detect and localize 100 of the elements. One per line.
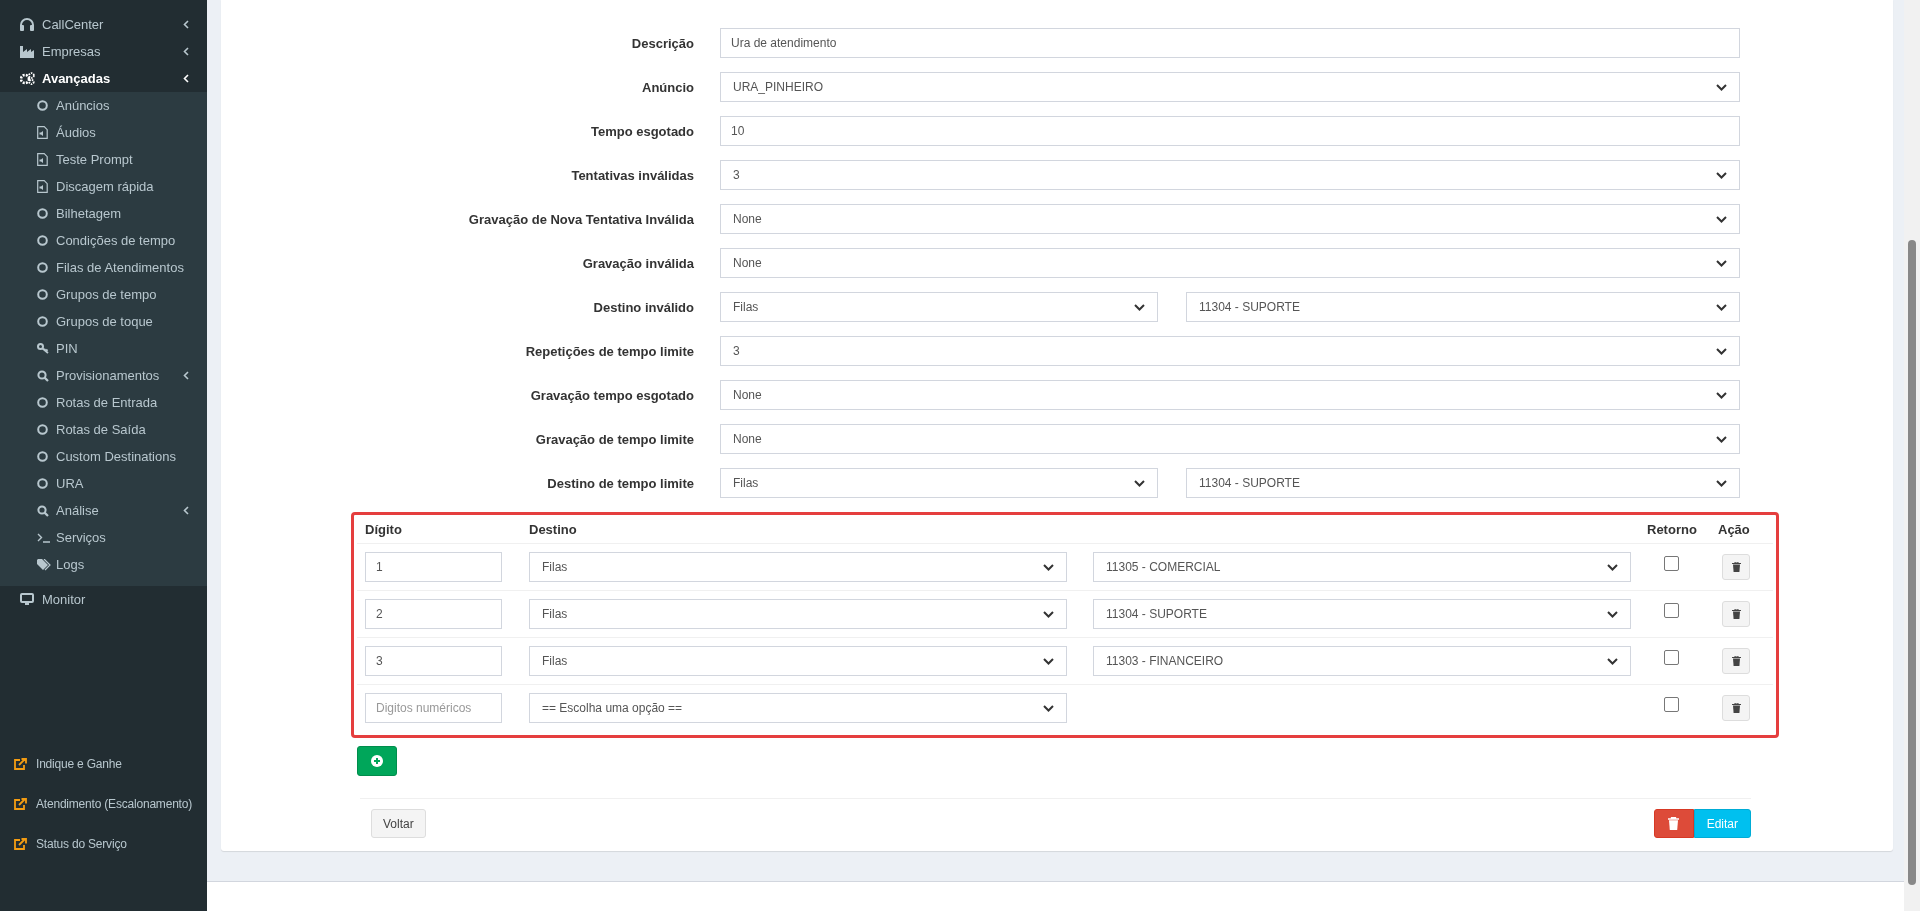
back-button[interactable]: Voltar <box>371 809 426 838</box>
sidebar-item[interactable]: Bilhetagem <box>0 200 207 227</box>
select-field[interactable]: 11304 - SUPORTE <box>1186 468 1740 498</box>
trash-icon <box>1731 656 1741 666</box>
select-field[interactable]: 3 <box>720 336 1740 366</box>
sidebar-item[interactable]: Anúncios <box>0 92 207 119</box>
chevron-icon <box>1043 657 1054 665</box>
sidebar-item[interactable]: Empresas <box>0 38 207 65</box>
digit-field[interactable]: 2 <box>365 599 502 629</box>
external-link-icon <box>14 757 27 770</box>
circle-icon <box>37 316 48 327</box>
sidebar-link[interactable]: Atendimento (Escalonamento) <box>0 795 207 812</box>
delete-row-button[interactable] <box>1722 554 1750 580</box>
field-label: Destino inválido <box>592 299 694 315</box>
select-field[interactable]: 3 <box>720 160 1740 190</box>
caret-icon <box>183 506 189 515</box>
select-field[interactable]: None <box>720 204 1740 234</box>
delete-row-button[interactable] <box>1722 695 1750 721</box>
select-field[interactable]: == Escolha uma opção == <box>529 693 1067 723</box>
scrollbar[interactable] <box>1904 0 1920 911</box>
select-field[interactable]: None <box>720 248 1740 278</box>
sidebar-item[interactable]: Discagem rápida <box>0 173 207 200</box>
digit-field[interactable]: Digitos numéricos <box>365 693 502 723</box>
sidebar-item[interactable]: Serviços <box>0 524 207 551</box>
column-header: Destino <box>529 521 577 537</box>
circle-icon <box>37 424 48 435</box>
return-checkbox[interactable] <box>1664 696 1679 712</box>
delete-row-button[interactable] <box>1722 648 1750 674</box>
select-field[interactable]: 11305 - COMERCIAL <box>1093 552 1631 582</box>
circle-icon <box>37 235 48 246</box>
return-checkbox[interactable] <box>1664 602 1679 618</box>
select-field[interactable]: Filas <box>529 552 1067 582</box>
sidebar-item[interactable]: Grupos de tempo <box>0 281 207 308</box>
circle-icon <box>37 451 48 462</box>
chevron-icon <box>1043 610 1054 618</box>
sidebar-item[interactable]: Análise <box>0 497 207 524</box>
select-field[interactable]: 11304 - SUPORTE <box>1093 599 1631 629</box>
field-label: Gravação inválida <box>581 255 694 271</box>
chevron-icon <box>1607 610 1618 618</box>
sidebar-item[interactable]: Provisionamentos <box>0 362 207 389</box>
delete-button[interactable] <box>1653 809 1694 838</box>
text-field[interactable]: Ura de atendimento <box>720 28 1740 58</box>
digit-field[interactable]: 3 <box>365 646 502 676</box>
headphones-icon <box>20 18 34 31</box>
field-label: Gravação tempo esgotado <box>529 387 694 403</box>
select-field[interactable]: 11303 - FINANCEIRO <box>1093 646 1631 676</box>
field-label: Gravação de tempo limite <box>534 431 694 447</box>
delete-row-button[interactable] <box>1722 601 1750 627</box>
select-field[interactable]: Filas <box>529 599 1067 629</box>
digit-field[interactable]: 1 <box>365 552 502 582</box>
select-field[interactable]: None <box>720 424 1740 454</box>
return-checkbox[interactable] <box>1664 649 1679 665</box>
select-field[interactable]: 11304 - SUPORTE <box>1186 292 1740 322</box>
select-field[interactable]: Filas <box>720 292 1158 322</box>
sidebar-link[interactable]: Indique e Ganhe <box>0 755 207 772</box>
column-header: Retorno <box>1647 521 1697 537</box>
circle-icon <box>37 478 48 489</box>
field-label: Tentativas inválidas <box>570 167 694 183</box>
select-field[interactable]: Filas <box>529 646 1067 676</box>
select-field[interactable]: URA_PINHEIRO <box>720 72 1740 102</box>
chevron-icon <box>1716 215 1727 223</box>
column-header: Ação <box>1718 521 1750 537</box>
sidebar-item[interactable]: Monitor <box>0 586 207 613</box>
sidebar-item[interactable]: Rotas de Entrada <box>0 389 207 416</box>
sidebar-item[interactable]: Custom Destinations <box>0 443 207 470</box>
chevron-icon <box>1043 704 1054 712</box>
trash-icon <box>1731 562 1741 572</box>
chevron-icon <box>1607 563 1618 571</box>
field-label: Tempo esgotado <box>589 123 694 139</box>
text-field[interactable]: 10 <box>720 116 1740 146</box>
sidebar-item[interactable]: Áudios <box>0 119 207 146</box>
add-row-button[interactable] <box>357 746 397 776</box>
return-checkbox[interactable] <box>1664 555 1679 571</box>
external-link-icon <box>14 797 27 810</box>
chevron-icon <box>1716 435 1727 443</box>
field-label: Descrição <box>630 35 694 51</box>
sidebar-item[interactable]: Rotas de Saída <box>0 416 207 443</box>
sidebar-item[interactable]: Filas de Atendimentos <box>0 254 207 281</box>
chevron-icon <box>1716 479 1727 487</box>
sidebar-item[interactable]: Grupos de toque <box>0 308 207 335</box>
sidebar-item[interactable]: Teste Prompt <box>0 146 207 173</box>
caret-icon <box>183 371 189 380</box>
field-label: Repetições de tempo limite <box>524 343 694 359</box>
chevron-icon <box>1716 259 1727 267</box>
sidebar-item[interactable]: CallCenter <box>0 11 207 38</box>
sidebar-item[interactable]: Condições de tempo <box>0 227 207 254</box>
sidebar-item[interactable]: URA <box>0 470 207 497</box>
chevron-icon <box>1716 171 1727 179</box>
select-field[interactable]: Filas <box>720 468 1158 498</box>
sidebar-item[interactable]: Logs <box>0 551 207 578</box>
trash-icon <box>1731 609 1741 619</box>
sidebar-item[interactable]: PIN <box>0 335 207 362</box>
sidebar-item[interactable]: Avançadas <box>0 65 207 92</box>
caret-icon <box>183 20 189 29</box>
select-field[interactable]: None <box>720 380 1740 410</box>
sidebar-link[interactable]: Status do Serviço <box>0 835 207 852</box>
chevron-icon <box>1716 391 1727 399</box>
audio-file-icon <box>37 126 48 139</box>
tags-icon <box>37 558 51 571</box>
monitor-icon <box>20 593 34 606</box>
